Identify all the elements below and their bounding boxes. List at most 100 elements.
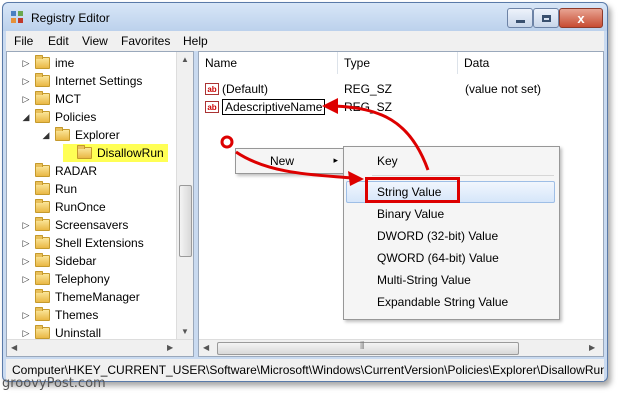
menu-favorites[interactable]: Favorites bbox=[121, 34, 170, 48]
tree-item-label: ThemeManager bbox=[55, 290, 140, 304]
expand-icon[interactable]: ▷ bbox=[21, 220, 31, 231]
maximize-icon bbox=[541, 14, 551, 22]
tree-vertical-scrollbar[interactable]: ▲ ▼ bbox=[176, 52, 193, 340]
value-row-default[interactable]: ab (Default) bbox=[205, 80, 268, 98]
expand-icon[interactable]: ▷ bbox=[21, 256, 31, 267]
submenu-dword-value[interactable]: DWORD (32-bit) Value bbox=[377, 226, 498, 246]
tree-horizontal-scrollbar[interactable]: ◀ ▶ bbox=[7, 339, 193, 356]
grip-icon: ⦀ bbox=[360, 341, 365, 352]
folder-open-icon bbox=[55, 127, 70, 141]
tree-item-label: Explorer bbox=[75, 128, 120, 142]
scroll-right-icon[interactable]: ▶ bbox=[167, 343, 173, 352]
menu-view[interactable]: View bbox=[82, 34, 108, 48]
expand-icon[interactable]: ▷ bbox=[21, 238, 31, 249]
expand-icon[interactable]: ▷ bbox=[21, 58, 31, 69]
tree-item-sidebar[interactable]: ▷ Sidebar bbox=[21, 252, 96, 270]
close-button[interactable]: x bbox=[559, 8, 603, 28]
folder-icon bbox=[35, 91, 50, 105]
close-icon: x bbox=[577, 10, 585, 26]
folder-icon bbox=[35, 217, 50, 231]
folder-icon bbox=[35, 235, 50, 249]
tree-item-label: Internet Settings bbox=[55, 74, 143, 88]
tree-item-label: MCT bbox=[55, 92, 81, 106]
tree-item-run[interactable]: Run bbox=[21, 180, 77, 198]
value-data: (value not set) bbox=[465, 82, 542, 96]
scroll-right-icon[interactable]: ▶ bbox=[589, 343, 595, 352]
tree-item-label: Sidebar bbox=[55, 254, 97, 268]
tree-item-label: Policies bbox=[55, 110, 97, 124]
value-name-edit-field[interactable]: AdescriptiveName bbox=[222, 99, 326, 115]
menu-help[interactable]: Help bbox=[183, 34, 208, 48]
context-menu-new-label: New bbox=[270, 154, 295, 168]
folder-icon bbox=[35, 163, 50, 177]
value-type: REG_SZ bbox=[344, 100, 393, 114]
string-value-icon: ab bbox=[205, 101, 219, 113]
tree-item-shell-extensions[interactable]: ▷ Shell Extensions bbox=[21, 234, 144, 252]
key-tree-pane[interactable]: ▷ ime ▷ Internet Settings ▷ MCT ◢ Policies ◢… bbox=[6, 51, 194, 357]
tree-item-thememanager[interactable]: ThemeManager bbox=[21, 288, 140, 306]
submenu-binary-value[interactable]: Binary Value bbox=[377, 204, 444, 224]
tree-item-label: Telephony bbox=[55, 272, 110, 286]
minimize-button[interactable] bbox=[507, 8, 533, 28]
annotation-highlight-box bbox=[365, 177, 460, 203]
scroll-down-icon[interactable]: ▼ bbox=[181, 327, 189, 336]
value-row-new[interactable]: ab AdescriptiveName bbox=[205, 98, 326, 116]
expand-icon[interactable]: ▷ bbox=[21, 328, 31, 339]
folder-icon bbox=[35, 199, 50, 213]
maximize-button[interactable] bbox=[533, 8, 559, 28]
submenu-expandable-string-value[interactable]: Expandable String Value bbox=[377, 292, 508, 312]
tree-item-radar[interactable]: RADAR bbox=[21, 162, 97, 180]
expand-icon[interactable]: ▷ bbox=[21, 310, 31, 321]
value-name: (Default) bbox=[222, 82, 269, 96]
folder-open-icon bbox=[35, 109, 50, 123]
tree-item-telephony[interactable]: ▷ Telephony bbox=[21, 270, 110, 288]
column-header-data[interactable]: Data bbox=[458, 52, 603, 74]
tree-item-label: DisallowRun bbox=[97, 146, 164, 160]
scroll-left-icon[interactable]: ◀ bbox=[203, 343, 209, 352]
tree-item-disallowrun[interactable]: DisallowRun bbox=[63, 144, 168, 162]
folder-icon bbox=[35, 325, 50, 339]
tree-item-policies[interactable]: ◢ Policies bbox=[21, 108, 96, 126]
folder-icon bbox=[35, 253, 50, 267]
string-value-icon: ab bbox=[205, 83, 219, 95]
tree-item-label: Uninstall bbox=[55, 326, 102, 340]
expand-icon[interactable]: ▷ bbox=[21, 274, 31, 285]
title-bar[interactable]: Registry Editor x bbox=[3, 3, 607, 31]
menu-file[interactable]: File bbox=[14, 34, 33, 48]
tree-item-mct[interactable]: ▷ MCT bbox=[21, 90, 81, 108]
tree-item-internet-settings[interactable]: ▷ Internet Settings bbox=[21, 72, 142, 90]
watermark: groovyPost.com bbox=[2, 376, 106, 391]
submenu-multi-string-value[interactable]: Multi-String Value bbox=[377, 270, 471, 290]
menu-edit[interactable]: Edit bbox=[48, 34, 69, 48]
scroll-left-icon[interactable]: ◀ bbox=[11, 343, 17, 352]
folder-icon bbox=[35, 271, 50, 285]
tree-item-label: ime bbox=[55, 56, 75, 70]
expand-icon[interactable]: ▷ bbox=[21, 94, 31, 105]
tree-item-label: Screensavers bbox=[55, 218, 129, 232]
minimize-icon bbox=[515, 19, 525, 23]
window-title: Registry Editor bbox=[31, 11, 110, 25]
expand-icon[interactable]: ▷ bbox=[21, 76, 31, 87]
regedit-icon bbox=[11, 11, 23, 23]
tree-item-screensavers[interactable]: ▷ Screensavers bbox=[21, 216, 128, 234]
collapse-icon[interactable]: ◢ bbox=[21, 112, 31, 123]
tree-item-label: Themes bbox=[55, 308, 99, 322]
column-header-type[interactable]: Type bbox=[338, 52, 458, 74]
tree-item-label: RunOnce bbox=[55, 200, 106, 214]
tree-item-themes[interactable]: ▷ Themes bbox=[21, 306, 98, 324]
folder-open-icon bbox=[77, 145, 92, 159]
collapse-icon[interactable]: ◢ bbox=[41, 130, 51, 141]
context-menu-new[interactable]: New ▸ bbox=[235, 148, 347, 174]
values-horizontal-scrollbar[interactable]: ◀ ⦀ ▶ bbox=[199, 339, 603, 356]
tree-item-label: Run bbox=[55, 182, 78, 196]
scroll-thumb[interactable] bbox=[179, 185, 192, 257]
folder-icon bbox=[35, 55, 50, 69]
scroll-thumb[interactable]: ⦀ bbox=[217, 341, 519, 355]
scroll-up-icon[interactable]: ▲ bbox=[181, 55, 189, 64]
submenu-qword-value[interactable]: QWORD (64-bit) Value bbox=[377, 248, 499, 268]
submenu-key[interactable]: Key bbox=[377, 151, 398, 171]
tree-item-explorer[interactable]: ◢ Explorer bbox=[41, 126, 120, 144]
column-header-name[interactable]: Name bbox=[199, 52, 338, 74]
tree-item-ime[interactable]: ▷ ime bbox=[21, 54, 74, 72]
tree-item-runonce[interactable]: RunOnce bbox=[21, 198, 106, 216]
